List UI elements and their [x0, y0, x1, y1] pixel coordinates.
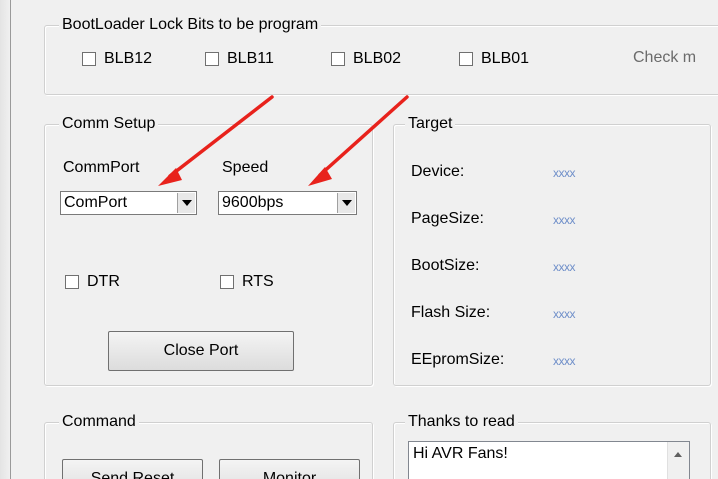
scroll-up-icon[interactable] [669, 444, 687, 464]
command-group: Command Send Reset Monitor [44, 412, 373, 479]
bootsize-value: xxxx [553, 260, 576, 274]
thanks-title: Thanks to read [405, 412, 518, 432]
blb11-label: BLB11 [227, 50, 274, 67]
check-text: Check m [633, 49, 697, 66]
speed-select[interactable]: 9600bps [218, 191, 357, 215]
thanks-group: Thanks to read Hi AVR Fans! [393, 412, 711, 479]
window-edge-line [10, 0, 11, 479]
flash-size-value: xxxx [553, 307, 576, 321]
flash-size-label: Flash Size: [411, 304, 491, 321]
dtr-checkbox-box[interactable] [65, 275, 79, 289]
speed-select-value: 9600bps [222, 194, 284, 211]
rts-checkbox[interactable]: RTS [220, 273, 274, 291]
comm-setup-group: Comm Setup CommPort Speed ComPort 9600bp… [44, 114, 373, 386]
commport-select-value: ComPort [64, 194, 128, 211]
blb01-checkbox-box[interactable] [459, 52, 473, 66]
blb02-label: BLB02 [353, 50, 402, 67]
thanks-text: Hi AVR Fans! [413, 445, 508, 462]
bootsize-label: BootSize: [411, 257, 480, 274]
blb12-checkbox-box[interactable] [82, 52, 96, 66]
eeprom-size-value: xxxx [553, 354, 576, 368]
dtr-checkbox[interactable]: DTR [65, 273, 120, 291]
send-reset-button[interactable]: Send Reset [62, 459, 203, 479]
bootloader-group-title: BootLoader Lock Bits to be program [59, 15, 322, 35]
blb02-checkbox[interactable]: BLB02 [331, 50, 401, 68]
blb12-checkbox[interactable]: BLB12 [82, 50, 152, 68]
blb01-checkbox[interactable]: BLB01 [459, 50, 529, 68]
target-group: Target Device: xxxx PageSize: xxxx BootS… [393, 114, 711, 386]
command-title: Command [59, 412, 139, 432]
chevron-down-icon [181, 200, 192, 206]
speed-dropdown-button[interactable] [337, 193, 355, 213]
speed-label: Speed [222, 159, 269, 176]
pagesize-label: PageSize: [411, 210, 484, 227]
target-title: Target [405, 114, 456, 134]
blb11-checkbox[interactable]: BLB11 [205, 50, 274, 68]
eeprom-size-label: EEpromSize: [411, 351, 505, 368]
dtr-label: DTR [87, 273, 120, 290]
commport-select[interactable]: ComPort [60, 191, 197, 215]
blb01-label: BLB01 [481, 50, 530, 67]
pagesize-value: xxxx [553, 213, 576, 227]
bootloader-lock-bits-group: BootLoader Lock Bits to be program BLB12… [44, 15, 718, 95]
thanks-textarea[interactable]: Hi AVR Fans! [408, 441, 690, 479]
rts-label: RTS [242, 273, 274, 290]
chevron-down-icon [341, 200, 352, 206]
close-port-button[interactable]: Close Port [108, 331, 294, 371]
blb12-label: BLB12 [104, 50, 153, 67]
device-label: Device: [411, 163, 465, 180]
rts-checkbox-box[interactable] [220, 275, 234, 289]
monitor-button[interactable]: Monitor [219, 459, 360, 479]
comm-setup-title: Comm Setup [59, 114, 159, 134]
device-value: xxxx [553, 166, 576, 180]
commport-label: CommPort [63, 159, 140, 176]
window-edge-shadow [0, 0, 10, 479]
blb11-checkbox-box[interactable] [205, 52, 219, 66]
blb02-checkbox-box[interactable] [331, 52, 345, 66]
commport-dropdown-button[interactable] [177, 193, 195, 213]
